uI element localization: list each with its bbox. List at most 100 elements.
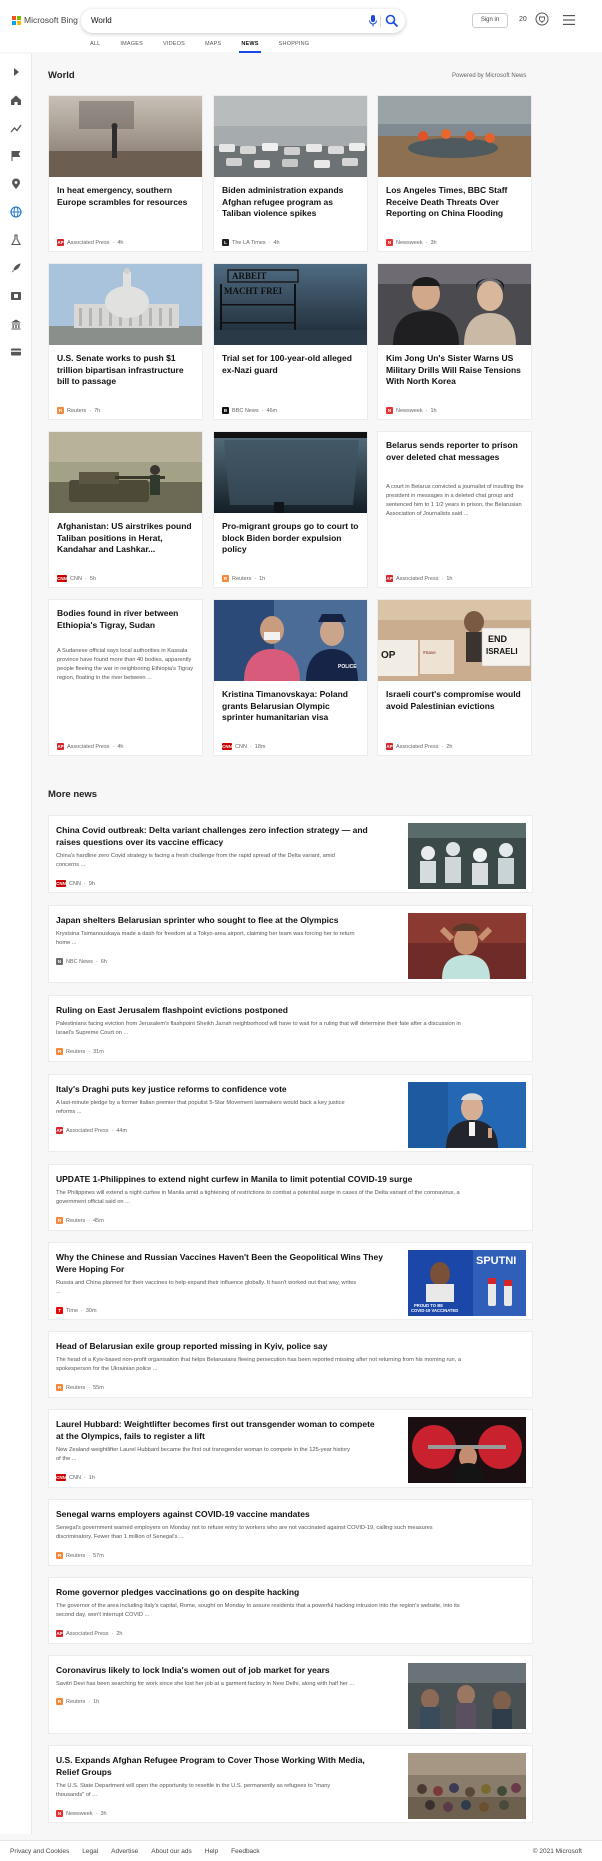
news-list-item[interactable]: Italy's Draghi puts key justice reforms … <box>48 1074 533 1152</box>
card-icon[interactable] <box>10 346 22 358</box>
news-card-title[interactable]: Belarus sends reporter to prison over de… <box>386 440 526 463</box>
location-pin-icon[interactable] <box>10 178 22 190</box>
news-card[interactable]: Afghanistan: US airstrikes pound Taliban… <box>48 431 203 588</box>
news-list-item[interactable]: Ruling on East Jerusalem flashpoint evic… <box>48 995 533 1062</box>
tab-shopping[interactable]: SHOPPING <box>279 41 310 47</box>
news-list-item[interactable]: Senegal warns employers against COVID-19… <box>48 1499 533 1566</box>
news-item-title[interactable]: Ruling on East Jerusalem flashpoint evic… <box>56 1004 288 1016</box>
news-item-title[interactable]: UPDATE 1-Philippines to extend night cur… <box>56 1173 412 1185</box>
dot-separator: · <box>84 575 87 582</box>
news-item-meta: R Reuters · 55m <box>56 1384 104 1391</box>
footer-link-legal[interactable]: Legal <box>82 1848 98 1855</box>
news-card[interactable]: POLICE Kristina Timanovskaya: Poland gra… <box>213 599 368 756</box>
news-time: 6h <box>100 958 107 965</box>
footer-link-privacy[interactable]: Privacy and Cookies <box>10 1848 69 1855</box>
tab-news[interactable]: NEWS <box>239 41 262 53</box>
news-item-thumbnail: PROUD TO BE COVID-19 VACCINATED SPUTNI <box>408 1250 526 1316</box>
news-card-title[interactable]: U.S. Senate works to push $1 trillion bi… <box>57 353 197 388</box>
news-card[interactable]: OP #Save END ISRAELI Israeli court's com… <box>377 599 532 756</box>
home-icon[interactable] <box>10 94 22 106</box>
news-card-title[interactable]: Kristina Timanovskaya: Poland grants Bel… <box>222 689 362 724</box>
news-item-snippet: A last-minute pledge by a former Italian… <box>56 1100 345 1115</box>
tab-videos[interactable]: VIDEOS <box>163 41 185 47</box>
news-card[interactable]: Kim Jong Un's Sister Warns US Military D… <box>377 263 532 420</box>
news-list-item[interactable]: China Covid outbreak: Delta variant chal… <box>48 815 533 893</box>
dot-separator: · <box>81 1307 83 1314</box>
news-item-title[interactable]: Laurel Hubbard: Weightlifter becomes fir… <box>56 1418 375 1442</box>
rewards-points[interactable]: 20 <box>519 16 527 23</box>
tab-all[interactable]: ALL <box>90 41 100 47</box>
news-card-image: POLICE <box>214 600 367 681</box>
news-card-title[interactable]: Kim Jong Un's Sister Warns US Military D… <box>386 353 526 388</box>
microphone-icon[interactable] <box>368 14 378 28</box>
source-logo-icon: R <box>56 1217 63 1224</box>
news-item-title[interactable]: Coronavirus likely to lock India's women… <box>56 1664 330 1676</box>
search-input[interactable]: World <box>91 16 112 25</box>
news-card-title[interactable]: Israeli court's compromise would avoid P… <box>386 689 526 712</box>
bing-logo[interactable]: Microsoft Bing <box>12 15 78 25</box>
flag-icon[interactable] <box>10 150 22 162</box>
rocket-icon[interactable] <box>10 262 22 274</box>
news-card-title[interactable]: Los Angeles Times, BBC Staff Receive Dea… <box>386 185 526 220</box>
news-list-item[interactable]: UPDATE 1-Philippines to extend night cur… <box>48 1164 533 1231</box>
news-card[interactable]: In heat emergency, southern Europe scram… <box>48 95 203 252</box>
footer-link-feedback[interactable]: Feedback <box>231 1848 260 1855</box>
news-time: 55m <box>93 1384 104 1391</box>
bank-icon[interactable] <box>10 318 22 330</box>
news-list-item[interactable]: Laurel Hubbard: Weightlifter becomes fir… <box>48 1409 533 1488</box>
dot-separator: · <box>95 958 98 965</box>
news-card[interactable]: Belarus sends reporter to prison over de… <box>377 431 532 588</box>
news-item-title[interactable]: China Covid outbreak: Delta variant chal… <box>56 824 368 848</box>
globe-icon[interactable] <box>10 206 22 218</box>
news-item-meta: CNN CNN · 9h <box>56 880 95 887</box>
news-item-title[interactable]: Head of Belarusian exile group reported … <box>56 1340 327 1352</box>
source-logo-icon: N <box>386 407 393 414</box>
news-card[interactable]: U.S. Senate works to push $1 trillion bi… <box>48 263 203 420</box>
dot-separator: · <box>88 1217 91 1224</box>
tab-images[interactable]: IMAGES <box>120 41 143 47</box>
dot-separator: · <box>261 407 264 414</box>
sign-in-button[interactable]: Sign in <box>472 13 508 28</box>
source-logo-icon: B <box>222 407 229 414</box>
trending-icon[interactable] <box>10 122 22 134</box>
footer-link-advertise[interactable]: Advertise <box>111 1848 138 1855</box>
news-card-title[interactable]: Pro-migrant groups go to court to block … <box>222 521 362 556</box>
news-list-item[interactable]: Rome governor pledges vaccinations go on… <box>48 1577 533 1644</box>
news-list-item[interactable]: Coronavirus likely to lock India's women… <box>48 1655 533 1734</box>
news-item-title[interactable]: Italy's Draghi puts key justice reforms … <box>56 1083 287 1095</box>
news-item-title[interactable]: Why the Chinese and Russian Vaccines Hav… <box>56 1251 383 1275</box>
news-card[interactable]: Los Angeles Times, BBC Staff Receive Dea… <box>377 95 532 252</box>
news-source: Associated Press <box>67 743 110 750</box>
news-card-title[interactable]: Biden administration expands Afghan refu… <box>222 185 362 220</box>
news-list-item[interactable]: Why the Chinese and Russian Vaccines Hav… <box>48 1242 533 1320</box>
footer-link-help[interactable]: Help <box>205 1848 218 1855</box>
news-item-title[interactable]: Senegal warns employers against COVID-19… <box>56 1508 310 1520</box>
news-card[interactable]: ARBEIT MACHT FREI Trial set for 100-year… <box>213 263 368 420</box>
news-list-item[interactable]: Head of Belarusian exile group reported … <box>48 1331 533 1398</box>
hamburger-menu-icon[interactable] <box>563 15 575 25</box>
news-card[interactable]: Bodies found in river between Ethiopia's… <box>48 599 203 756</box>
news-card[interactable]: Pro-migrant groups go to court to block … <box>213 431 368 588</box>
science-icon[interactable] <box>10 234 22 246</box>
news-card-title[interactable]: Afghanistan: US airstrikes pound Taliban… <box>57 521 197 556</box>
news-list-item[interactable]: Japan shelters Belarusian sprinter who s… <box>48 905 533 983</box>
news-card-title[interactable]: Bodies found in river between Ethiopia's… <box>57 608 197 631</box>
footer-link-about-ads[interactable]: About our ads <box>151 1848 191 1855</box>
search-icon[interactable] <box>385 14 399 28</box>
news-card-title[interactable]: In heat emergency, southern Europe scram… <box>57 185 197 208</box>
news-item-title[interactable]: Rome governor pledges vaccinations go on… <box>56 1586 299 1598</box>
news-item-title[interactable]: U.S. Expands Afghan Refugee Program to C… <box>56 1754 365 1778</box>
news-source: CNN <box>69 1474 81 1481</box>
rewards-trophy-icon[interactable] <box>535 12 549 28</box>
news-list-item[interactable]: U.S. Expands Afghan Refugee Program to C… <box>48 1745 533 1823</box>
tab-maps[interactable]: MAPS <box>205 41 221 47</box>
news-card[interactable]: Biden administration expands Afghan refu… <box>213 95 368 252</box>
search-box[interactable]: World <box>81 9 405 33</box>
news-card-title[interactable]: Trial set for 100-year-old alleged ex-Na… <box>222 353 362 376</box>
powered-by-label[interactable]: Powered by Microsoft News <box>452 73 526 79</box>
news-item-title[interactable]: Japan shelters Belarusian sprinter who s… <box>56 914 338 926</box>
expand-icon[interactable] <box>10 66 22 78</box>
svg-text:ARBEIT: ARBEIT <box>232 271 267 281</box>
movie-icon[interactable] <box>10 290 22 302</box>
dot-separator: · <box>88 1384 91 1391</box>
